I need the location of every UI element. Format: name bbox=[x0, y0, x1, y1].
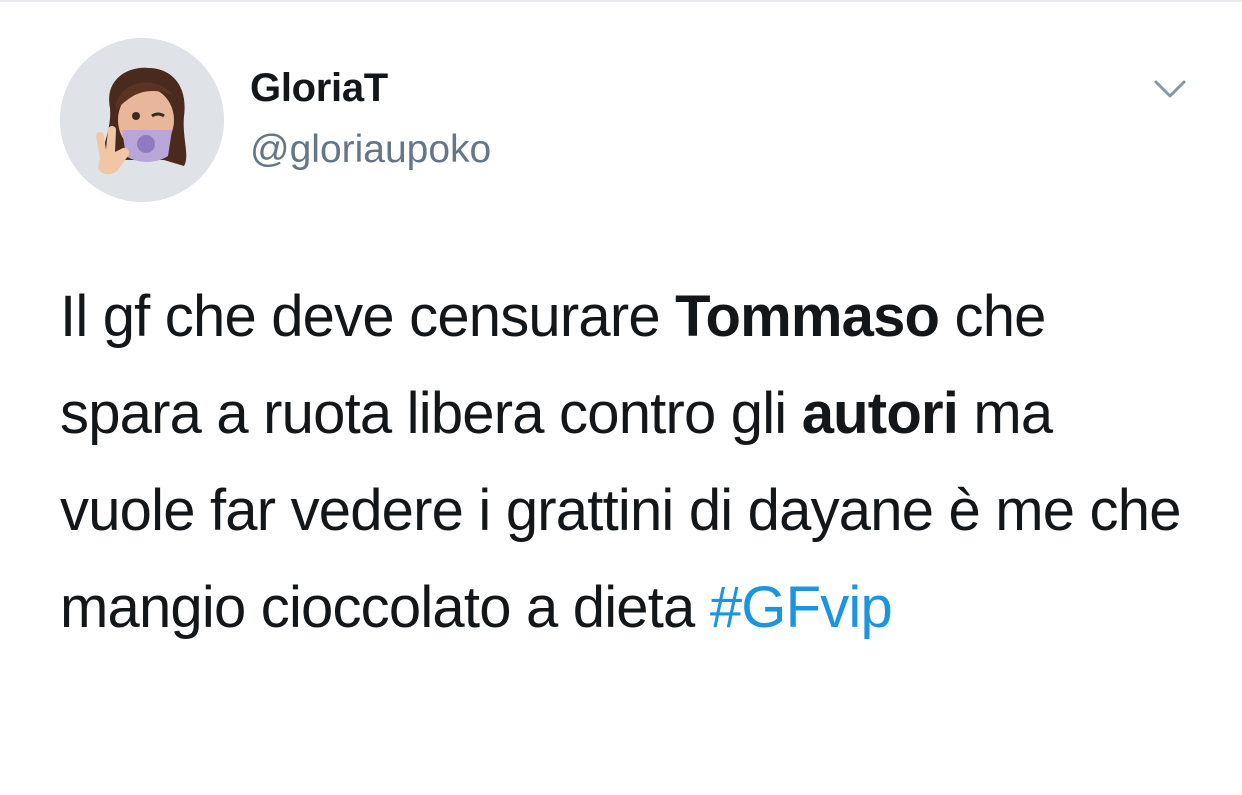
tweet-menu-button[interactable] bbox=[1150, 74, 1190, 104]
avatar[interactable] bbox=[60, 38, 224, 202]
tweet-text: Il gf che deve censurare Tommaso che spa… bbox=[60, 268, 1200, 656]
hashtag-link[interactable]: #GFvip bbox=[710, 575, 893, 640]
user-handle[interactable]: @gloriaupoko bbox=[250, 128, 491, 172]
chevron-down-icon bbox=[1154, 80, 1186, 98]
top-divider bbox=[0, 0, 1242, 2]
tweet-bold-autori: autori bbox=[801, 381, 959, 446]
memoji-avatar-icon bbox=[60, 38, 224, 202]
display-name[interactable]: GloriaT bbox=[250, 66, 388, 111]
tweet-text-segment: Il gf che deve censurare bbox=[60, 284, 676, 349]
tweet-bold-tommaso: Tommaso bbox=[675, 284, 940, 349]
